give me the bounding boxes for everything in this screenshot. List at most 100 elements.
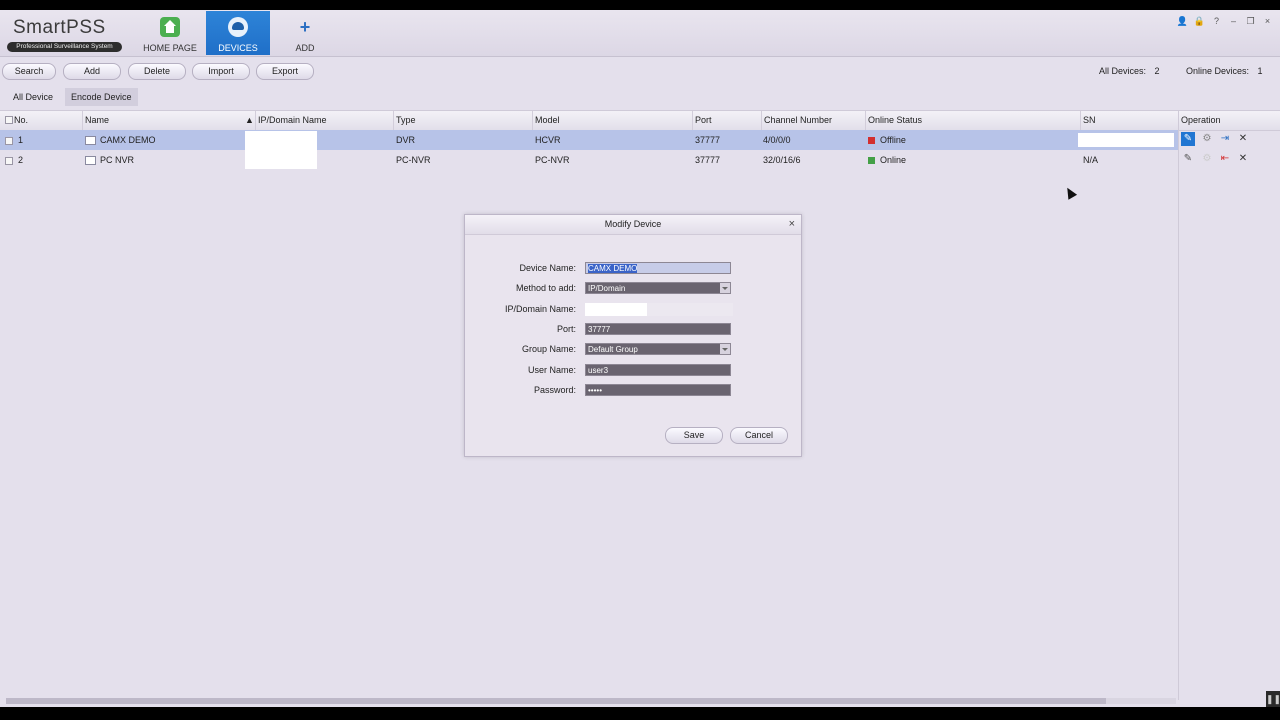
search-button[interactable]: Search [2, 63, 56, 80]
restore-icon[interactable]: ❐ [1242, 16, 1259, 27]
operation-column-divider [1178, 110, 1179, 700]
modify-device-dialog: Modify Device × Device Name: CAMX DEMO M… [464, 214, 802, 457]
row-checkbox[interactable] [5, 157, 13, 165]
dialog-close-icon[interactable]: × [789, 215, 795, 234]
chevron-down-icon[interactable] [720, 344, 730, 354]
lock-icon[interactable]: 🔒 [1191, 16, 1208, 27]
export-button[interactable]: Export [256, 63, 314, 80]
table-row[interactable]: 1 CAMX DEMO DVR HCVR 37777 4/0/0/0 Offli… [0, 130, 1178, 150]
login-icon[interactable]: ⇥ [1218, 132, 1232, 146]
col-no[interactable]: No. [12, 111, 28, 130]
col-port[interactable]: Port [692, 111, 712, 130]
nav-add[interactable]: + ADD [273, 11, 337, 55]
password-label: Password: [533, 385, 576, 395]
delete-icon[interactable]: ✕ [1236, 152, 1250, 166]
pause-icon[interactable]: ❚❚ [1266, 691, 1280, 707]
online-devices-label: Online Devices: [1186, 66, 1250, 76]
user-name-field[interactable]: user3 [585, 364, 731, 376]
add-button[interactable]: Add [63, 63, 121, 80]
col-type[interactable]: Type [393, 111, 416, 130]
save-button[interactable]: Save [665, 427, 723, 444]
top-header: SmartPSS Professional Surveillance Syste… [0, 10, 1280, 57]
settings-icon[interactable]: ⚙ [1200, 132, 1214, 146]
scrollbar-thumb[interactable] [6, 698, 1106, 704]
col-sn[interactable]: SN [1080, 111, 1096, 130]
redacted-ip [245, 150, 317, 169]
status-offline-indicator [868, 137, 875, 145]
group-select[interactable]: Default Group [585, 343, 731, 355]
row-checkbox[interactable] [5, 137, 13, 145]
row-type: PC-NVR [396, 155, 431, 165]
port-field[interactable]: 37777 [585, 323, 731, 335]
import-button[interactable]: Import [192, 63, 250, 80]
logout-icon[interactable]: ⇤ [1218, 152, 1232, 166]
redacted-ip [245, 131, 317, 150]
all-devices-count: 2 [1154, 66, 1160, 76]
delete-button[interactable]: Delete [128, 63, 186, 80]
device-name-value: CAMX DEMO [588, 264, 638, 273]
nav-home-page[interactable]: HOME PAGE [138, 11, 202, 55]
redacted-sn [1078, 133, 1174, 147]
user-name-label: User Name: [527, 365, 576, 375]
cancel-button[interactable]: Cancel [730, 427, 788, 444]
close-icon[interactable]: × [1259, 16, 1276, 26]
sort-asc-icon[interactable]: ▲ [243, 111, 254, 130]
minimize-icon[interactable]: – [1225, 16, 1242, 26]
col-channel-number[interactable]: Channel Number [761, 111, 832, 130]
tab-all-device[interactable]: All Device [7, 88, 59, 106]
all-devices-label: All Devices: [1099, 66, 1147, 76]
row-model: PC-NVR [535, 155, 570, 165]
row-type: DVR [396, 135, 416, 145]
ip-domain-field[interactable] [585, 303, 733, 316]
col-model[interactable]: Model [532, 111, 560, 130]
group-label: Group Name: [521, 344, 576, 354]
online-devices-count: 1 [1257, 66, 1263, 76]
tab-encode-device[interactable]: Encode Device [65, 88, 138, 106]
mouse-cursor-icon [1062, 185, 1078, 200]
ip-domain-label: IP/Domain Name: [504, 304, 576, 314]
password-field[interactable]: ••••• [585, 384, 731, 396]
smartpss-logo: SmartPSS Professional Surveillance Syste… [7, 15, 122, 52]
device-icon [85, 156, 96, 166]
table-row[interactable]: 2 PC NVR PC-NVR PC-NVR 37777 32/0/16/6 O… [0, 150, 1178, 170]
nav-devices[interactable]: DEVICES [206, 11, 270, 55]
col-ip-domain[interactable]: IP/Domain Name [255, 111, 327, 130]
window-controls: 👤 🔒? – ❐ × [1174, 16, 1276, 27]
nav-home-label: HOME PAGE [143, 43, 197, 53]
user-icon[interactable]: 👤 [1174, 16, 1191, 27]
operation-icons: ✎ ⚙ ⇥ ✕ ✎ ⚙ ⇤ ✕ [1179, 130, 1280, 172]
row-name: PC NVR [85, 150, 134, 170]
row-model: HCVR [535, 135, 561, 145]
device-table-header: No. Name ▲ IP/Domain Name Type Model Por… [0, 110, 1280, 131]
devices-icon [228, 17, 248, 37]
row-port: 37777 [695, 135, 721, 145]
dialog-title: Modify Device [465, 215, 801, 235]
horizontal-scrollbar[interactable] [6, 698, 1176, 704]
row-no: 2 [18, 155, 24, 165]
port-label: Port: [556, 324, 576, 334]
row-status-text: Online [880, 155, 907, 165]
online-devices-stat: Online Devices: 1 [1186, 66, 1263, 76]
chevron-down-icon[interactable] [720, 283, 730, 293]
edit-icon[interactable]: ✎ [1181, 152, 1195, 166]
row-name-text: CAMX DEMO [100, 135, 156, 145]
row-status: Online [868, 150, 906, 170]
col-online-status[interactable]: Online Status [865, 111, 922, 130]
settings-icon[interactable]: ⚙ [1200, 152, 1214, 166]
device-name-field[interactable]: CAMX DEMO [585, 262, 731, 274]
group-value: Default Group [588, 345, 638, 354]
row-name: CAMX DEMO [85, 130, 156, 150]
method-value: IP/Domain [588, 284, 626, 293]
help-icon[interactable]: ? [1208, 16, 1225, 26]
edit-icon[interactable]: ✎ [1181, 132, 1195, 146]
logo-subtitle: Professional Surveillance System [7, 42, 122, 52]
method-label: Method to add: [515, 283, 576, 293]
all-devices-stat: All Devices: 2 [1099, 66, 1160, 76]
col-name[interactable]: Name [82, 111, 109, 130]
logo-title: SmartPSS [13, 17, 106, 38]
delete-icon[interactable]: ✕ [1236, 132, 1250, 146]
nav-devices-label: DEVICES [218, 43, 258, 53]
row-no: 1 [18, 135, 24, 145]
status-online-indicator [868, 157, 875, 165]
method-select[interactable]: IP/Domain [585, 282, 731, 294]
